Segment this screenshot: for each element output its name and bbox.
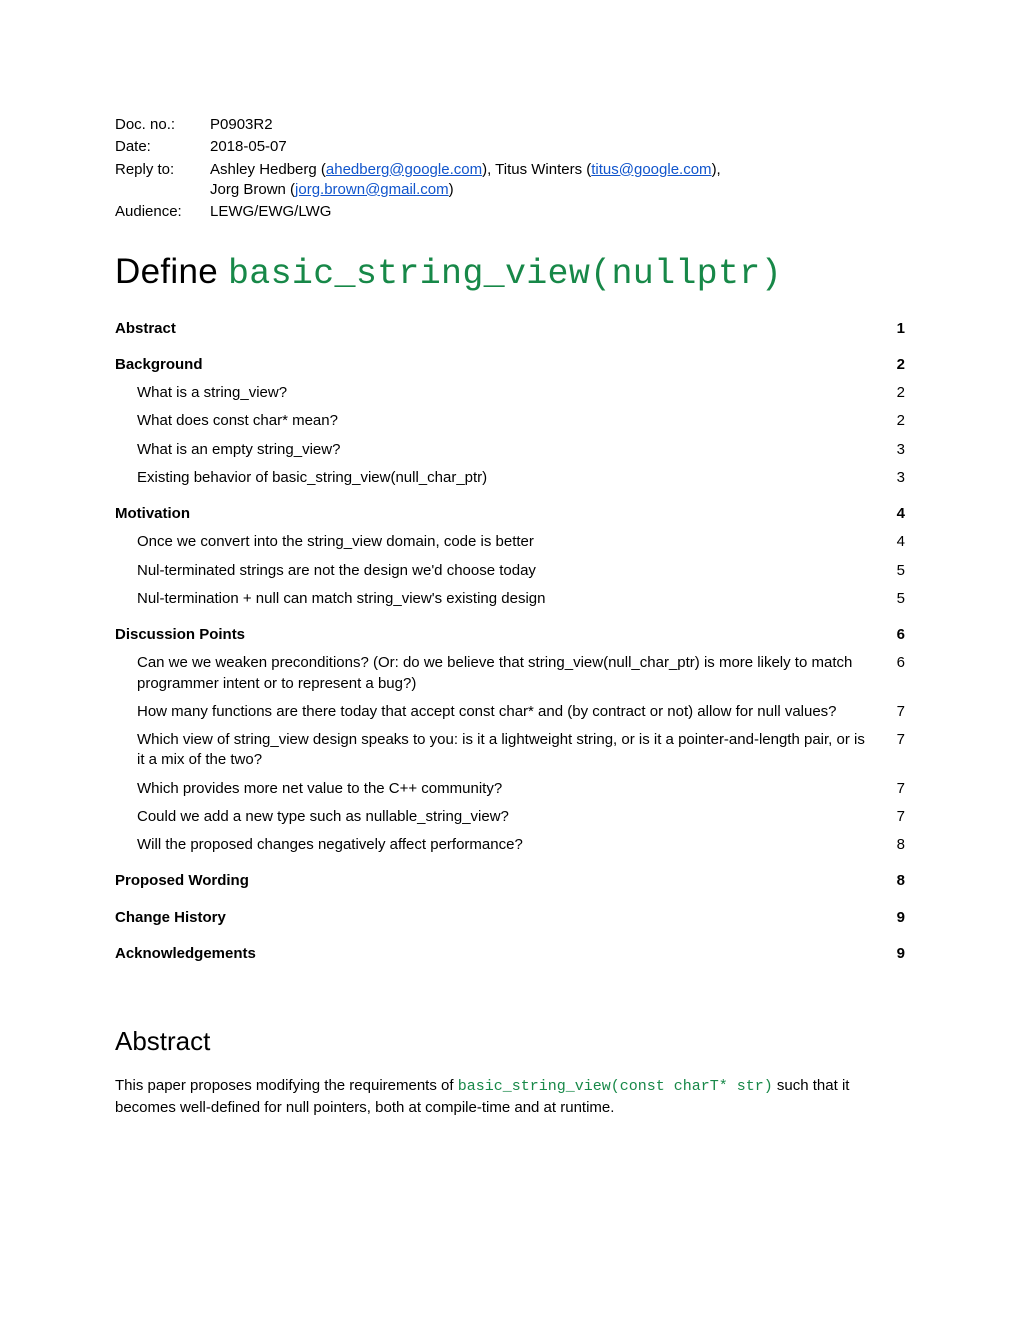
toc-page: 8: [885, 835, 905, 855]
toc-text: Can we we weaken preconditions? (Or: do …: [137, 653, 885, 694]
toc-text: Nul-termination + null can match string_…: [137, 589, 885, 609]
toc-entry[interactable]: How many functions are there today that …: [115, 702, 905, 722]
meta-date: Date: 2018-05-07: [115, 137, 905, 157]
toc-entry[interactable]: Nul-terminated strings are not the desig…: [115, 561, 905, 581]
toc-entry-abstract[interactable]: Abstract 1: [115, 319, 905, 339]
abstract-code: basic_string_view(const charT* str): [458, 1078, 773, 1095]
toc-page: 2: [885, 411, 905, 431]
toc-entry[interactable]: Which view of string_view design speaks …: [115, 730, 905, 771]
document-metadata: Doc. no.: P0903R2 Date: 2018-05-07 Reply…: [115, 115, 905, 222]
meta-docno-label: Doc. no.:: [115, 115, 210, 135]
toc-page: 7: [885, 702, 905, 722]
toc-text: Which view of string_view design speaks …: [137, 730, 885, 771]
toc-text: Change History: [115, 908, 885, 928]
toc-page: 2: [885, 355, 905, 375]
toc-page: 5: [885, 589, 905, 609]
meta-audience: Audience: LEWG/EWG/LWG: [115, 202, 905, 222]
replyto-text: ),: [712, 161, 721, 178]
meta-replyto-label: Reply to:: [115, 160, 210, 201]
replyto-text: ): [449, 181, 454, 198]
toc-text: Existing behavior of basic_string_view(n…: [137, 468, 885, 488]
abstract-paragraph: This paper proposes modifying the requir…: [115, 1075, 905, 1118]
table-of-contents: Abstract 1 Background 2 What is a string…: [115, 319, 905, 965]
toc-page: 1: [885, 319, 905, 339]
toc-entry-discussion[interactable]: Discussion Points 6: [115, 625, 905, 645]
toc-entry[interactable]: Nul-termination + null can match string_…: [115, 589, 905, 609]
title-plain: Define: [115, 252, 228, 291]
toc-text: Discussion Points: [115, 625, 885, 645]
toc-page: 3: [885, 468, 905, 488]
toc-entry[interactable]: What does const char* mean? 2: [115, 411, 905, 431]
toc-text: Once we convert into the string_view dom…: [137, 532, 885, 552]
toc-text: Will the proposed changes negatively aff…: [137, 835, 885, 855]
toc-entry[interactable]: Will the proposed changes negatively aff…: [115, 835, 905, 855]
toc-page: 3: [885, 440, 905, 460]
toc-page: 7: [885, 807, 905, 827]
toc-text: Motivation: [115, 504, 885, 524]
toc-page: 9: [885, 944, 905, 964]
toc-text: How many functions are there today that …: [137, 702, 885, 722]
title-code: basic_string_view(nullptr): [228, 254, 782, 294]
toc-entry[interactable]: Which provides more net value to the C++…: [115, 779, 905, 799]
toc-page: 7: [885, 779, 905, 799]
toc-entry[interactable]: What is a string_view? 2: [115, 383, 905, 403]
toc-entry-acknowledgements[interactable]: Acknowledgements 9: [115, 944, 905, 964]
toc-text: What is an empty string_view?: [137, 440, 885, 460]
replyto-email-link[interactable]: titus@google.com: [591, 161, 711, 178]
abstract-text: This paper proposes modifying the requir…: [115, 1077, 458, 1094]
toc-entry-change-history[interactable]: Change History 9: [115, 908, 905, 928]
toc-page: 7: [885, 730, 905, 750]
toc-text: Which provides more net value to the C++…: [137, 779, 885, 799]
toc-entry[interactable]: Could we add a new type such as nullable…: [115, 807, 905, 827]
toc-text: Abstract: [115, 319, 885, 339]
meta-docno: Doc. no.: P0903R2: [115, 115, 905, 135]
meta-date-value: 2018-05-07: [210, 137, 287, 157]
meta-audience-value: LEWG/EWG/LWG: [210, 202, 331, 222]
replyto-email-link[interactable]: jorg.brown@gmail.com: [295, 181, 449, 198]
toc-text: Nul-terminated strings are not the desig…: [137, 561, 885, 581]
toc-text: Acknowledgements: [115, 944, 885, 964]
toc-entry-proposed-wording[interactable]: Proposed Wording 8: [115, 871, 905, 891]
abstract-heading: Abstract: [115, 1024, 905, 1059]
replyto-email-link[interactable]: ahedberg@google.com: [326, 161, 482, 178]
replyto-text: Ashley Hedberg (: [210, 161, 326, 178]
toc-page: 4: [885, 504, 905, 524]
meta-replyto-value: Ashley Hedberg (ahedberg@google.com), Ti…: [210, 160, 721, 201]
toc-entry[interactable]: Once we convert into the string_view dom…: [115, 532, 905, 552]
toc-text: Proposed Wording: [115, 871, 885, 891]
toc-entry[interactable]: Existing behavior of basic_string_view(n…: [115, 468, 905, 488]
meta-docno-value: P0903R2: [210, 115, 273, 135]
toc-entry[interactable]: Can we we weaken preconditions? (Or: do …: [115, 653, 905, 694]
toc-page: 8: [885, 871, 905, 891]
toc-page: 6: [885, 625, 905, 645]
toc-page: 2: [885, 383, 905, 403]
toc-page: 5: [885, 561, 905, 581]
toc-page: 4: [885, 532, 905, 552]
toc-text: Background: [115, 355, 885, 375]
meta-replyto: Reply to: Ashley Hedberg (ahedberg@googl…: [115, 160, 905, 201]
replyto-text: Jorg Brown (: [210, 181, 295, 198]
toc-text: What does const char* mean?: [137, 411, 885, 431]
toc-entry-background[interactable]: Background 2: [115, 355, 905, 375]
replyto-text: ), Titus Winters (: [482, 161, 591, 178]
toc-page: 6: [885, 653, 905, 673]
document-title: Define basic_string_view(nullptr): [115, 248, 905, 298]
toc-text: What is a string_view?: [137, 383, 885, 403]
meta-date-label: Date:: [115, 137, 210, 157]
toc-entry-motivation[interactable]: Motivation 4: [115, 504, 905, 524]
meta-audience-label: Audience:: [115, 202, 210, 222]
toc-entry[interactable]: What is an empty string_view? 3: [115, 440, 905, 460]
toc-page: 9: [885, 908, 905, 928]
toc-text: Could we add a new type such as nullable…: [137, 807, 885, 827]
